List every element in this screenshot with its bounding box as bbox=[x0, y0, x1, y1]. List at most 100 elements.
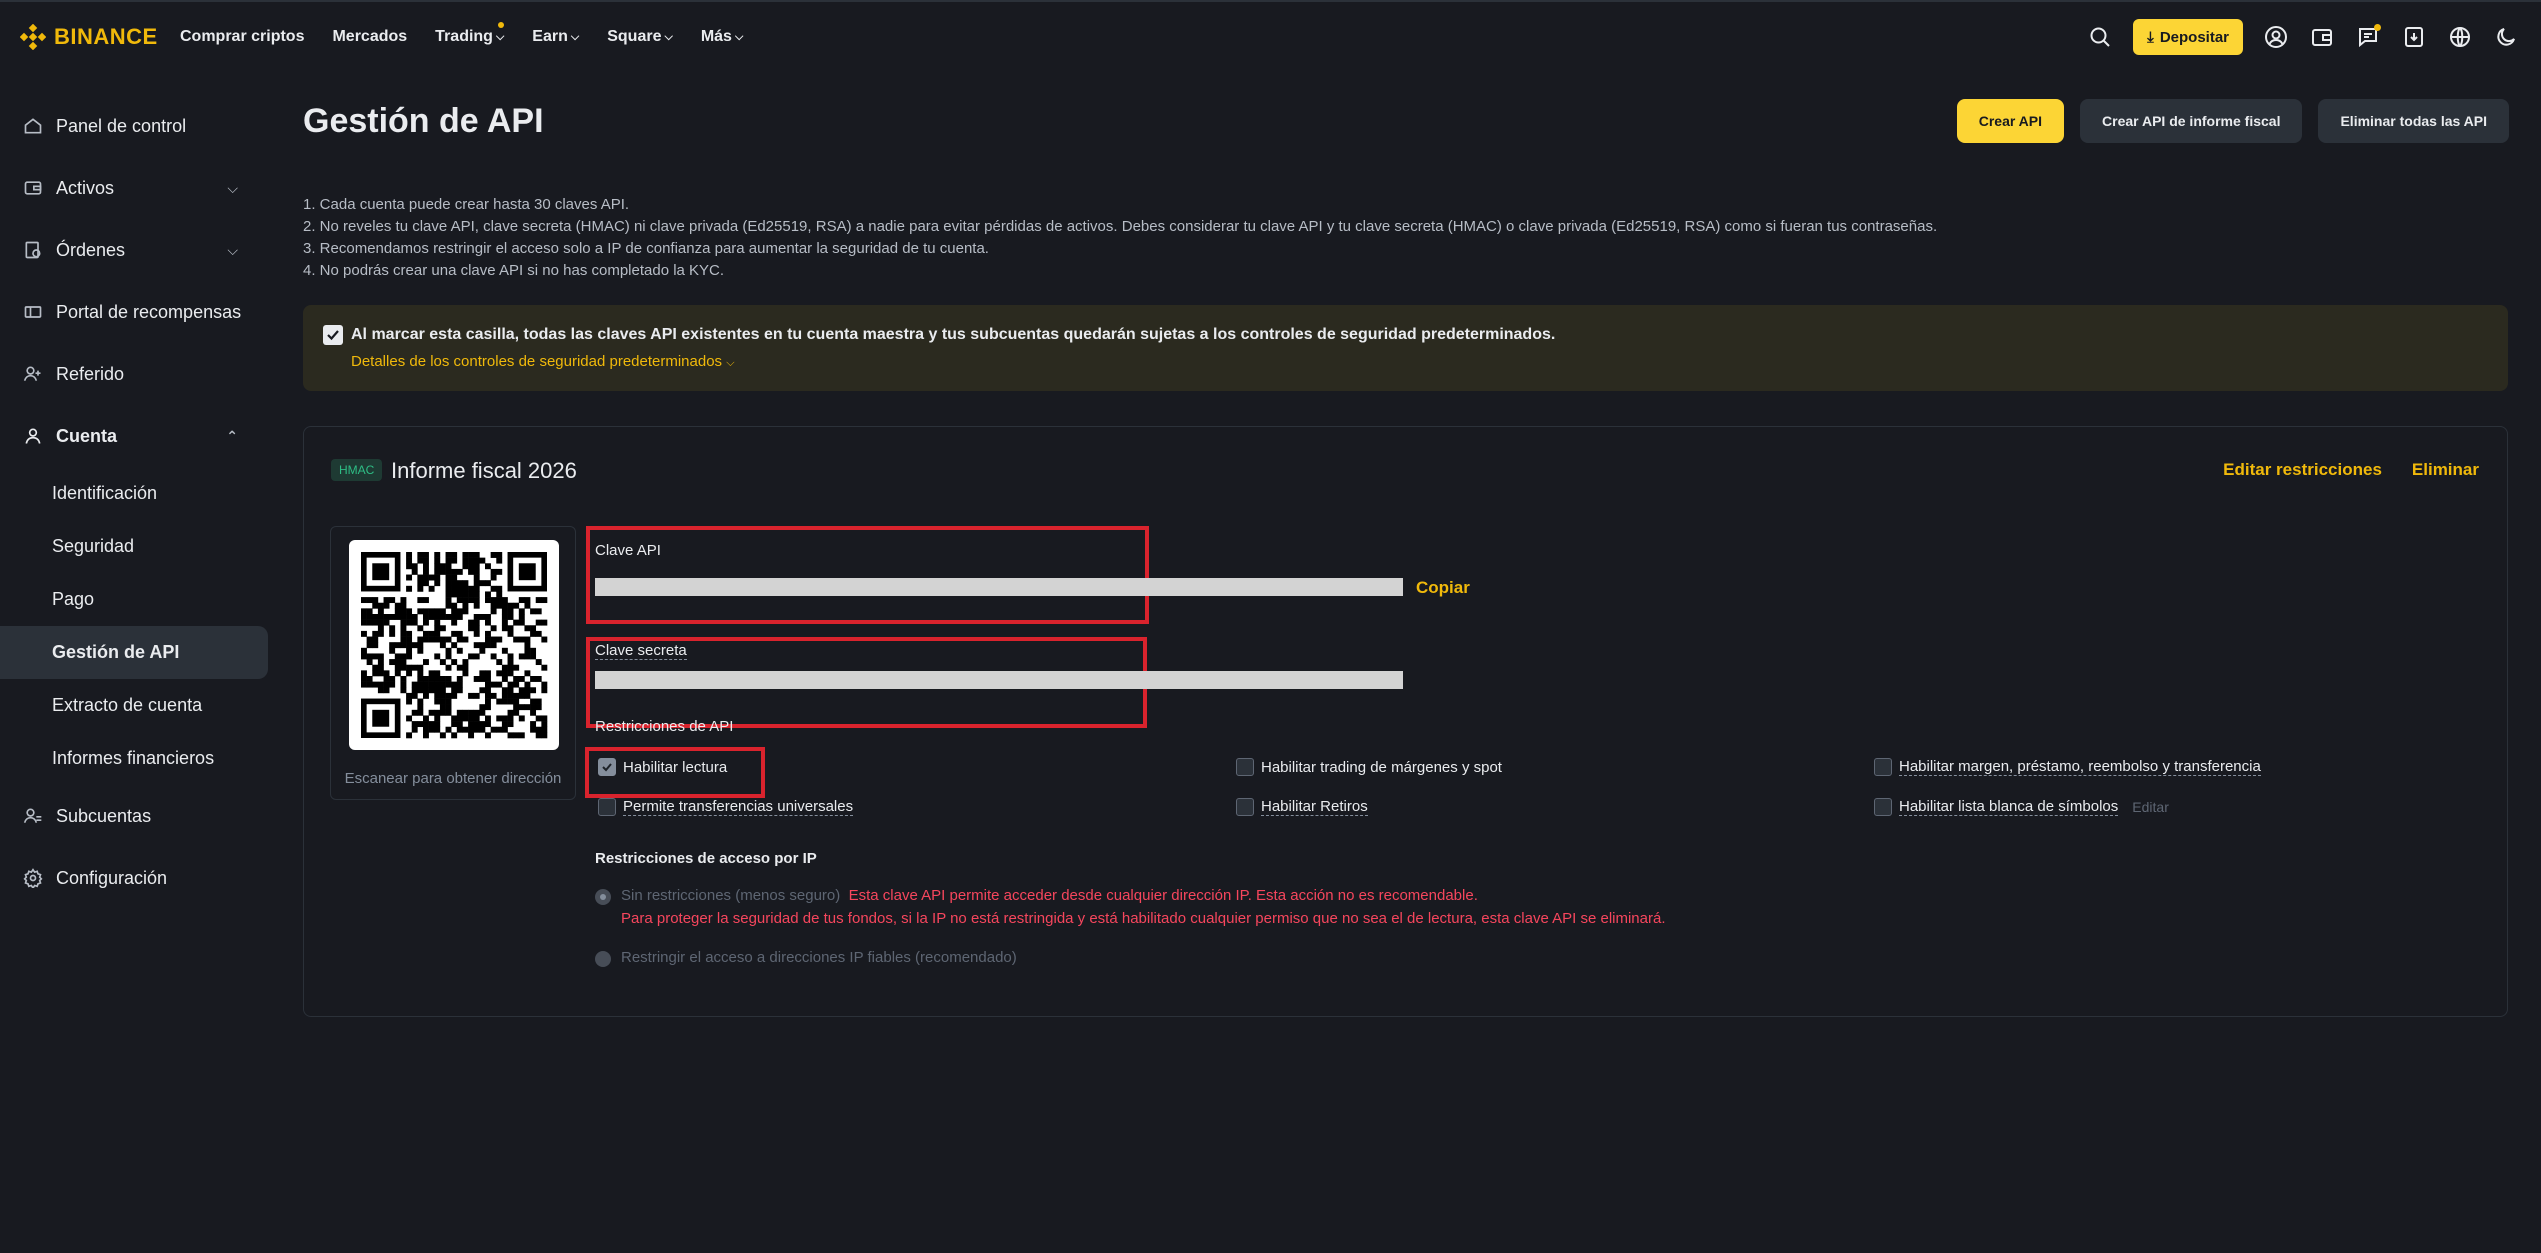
sidebar-sub-seguridad[interactable]: Seguridad bbox=[0, 520, 268, 573]
permission-enable-reading[interactable]: Habilitar lectura bbox=[598, 758, 727, 776]
binance-logo[interactable]: BINANCE bbox=[20, 24, 158, 50]
sidebar-sub-identificacion[interactable]: Identificación bbox=[0, 467, 268, 520]
secret-key-label: Clave secreta bbox=[595, 642, 687, 660]
sidebar-sub-extracto-de-cuenta[interactable]: Extracto de cuenta bbox=[0, 679, 268, 732]
permission-universal-transfer[interactable]: Permite transferencias universales bbox=[598, 798, 854, 816]
checkbox bbox=[1236, 758, 1254, 776]
api-key-title: Informe fiscal 2026 bbox=[391, 458, 577, 483]
download-icon: ⤓ bbox=[2147, 28, 2154, 46]
permission-symbol-whitelist[interactable]: Habilitar lista blanca de símbolos Edita… bbox=[1874, 798, 2169, 816]
permission-enable-withdrawals[interactable]: Habilitar Retiros bbox=[1236, 798, 1368, 816]
hmac-badge: HMAC bbox=[331, 459, 383, 481]
card-actions: Editar restricciones Eliminar bbox=[2223, 460, 2479, 480]
nav-square[interactable]: Square ⌵ bbox=[607, 28, 673, 46]
banner-link-label: Detalles de los controles de seguridad p… bbox=[351, 353, 723, 370]
restricted-ips-label: Restringir el acceso a direcciones IP fi… bbox=[621, 949, 1017, 966]
edit-restrictions-link[interactable]: Editar restricciones bbox=[2223, 460, 2382, 480]
permission-spot-margin-trading[interactable]: Habilitar trading de márgenes y spot bbox=[1236, 758, 1502, 776]
radio-restricted-ips[interactable]: Restringir el acceso a direcciones IP fi… bbox=[595, 949, 1017, 967]
nav-label: Más bbox=[700, 28, 732, 45]
sidebar-item-portal-de-recompensas[interactable]: Portal de recompensas bbox=[0, 281, 268, 343]
copy-api-key-button[interactable]: Copiar bbox=[1416, 578, 1470, 598]
user-profile-icon[interactable] bbox=[2263, 24, 2289, 50]
sidebar-item-activos[interactable]: Activos ⌵ bbox=[0, 157, 268, 219]
checkbox bbox=[1874, 758, 1892, 776]
api-key-card: HMAC Informe fiscal 2026 Editar restricc… bbox=[303, 426, 2508, 1017]
radio-selected bbox=[595, 889, 611, 905]
chevron-down-icon: ⌵ bbox=[734, 30, 744, 43]
sub-accounts-icon bbox=[22, 805, 44, 827]
security-controls-details-link[interactable]: Detalles de los controles de seguridad p… bbox=[351, 353, 735, 370]
qr-caption: Escanear para obtener dirección bbox=[344, 770, 562, 787]
orders-icon bbox=[22, 239, 44, 261]
sidebar-item-label: Portal de recompensas bbox=[56, 301, 242, 322]
sidebar-item-configuracion[interactable]: Configuración bbox=[0, 847, 268, 909]
binance-logo-text: BINANCE bbox=[54, 24, 158, 49]
search-icon[interactable] bbox=[2087, 24, 2113, 50]
qr-code-image bbox=[361, 552, 548, 739]
messages-icon[interactable] bbox=[2355, 24, 2381, 50]
ip-warning-1: Esta clave API permite acceder desde cua… bbox=[848, 887, 1478, 904]
sidebar-sub-pago[interactable]: Pago bbox=[0, 573, 268, 626]
permission-label: Habilitar margen, préstamo, reembolso y … bbox=[1899, 758, 2261, 776]
radio-unrestricted[interactable]: Sin restricciones (menos seguro) Esta cl… bbox=[595, 887, 1666, 927]
banner-text: Al marcar esta casilla, todas las claves… bbox=[351, 326, 1556, 343]
nav-earn[interactable]: Earn ⌵ bbox=[532, 28, 579, 46]
nav-label: Earn bbox=[532, 28, 568, 45]
note-line: 2. No reveles tu clave API, clave secret… bbox=[303, 218, 1938, 235]
unrestricted-text-block: Sin restricciones (menos seguro) Esta cl… bbox=[621, 887, 1666, 927]
create-api-button[interactable]: Crear API bbox=[1956, 99, 2065, 143]
qr-code bbox=[349, 540, 559, 750]
sidebar-item-subcuentas[interactable]: Subcuentas bbox=[0, 785, 268, 847]
checkbox bbox=[1236, 798, 1254, 816]
delete-all-api-button[interactable]: Eliminar todas las API bbox=[2318, 99, 2509, 143]
sidebar: Panel de control Activos ⌵ Órdenes ⌵ Por… bbox=[0, 95, 268, 909]
sidebar-item-ordenes[interactable]: Órdenes ⌵ bbox=[0, 219, 268, 281]
binance-logo-icon bbox=[20, 24, 46, 50]
permission-margin-loan-transfer[interactable]: Habilitar margen, préstamo, reembolso y … bbox=[1874, 758, 2261, 776]
nav-mas[interactable]: Más ⌵ bbox=[701, 28, 743, 46]
notification-dot bbox=[2374, 24, 2381, 31]
download-app-icon[interactable] bbox=[2401, 24, 2427, 50]
deposit-button[interactable]: ⤓ Depositar bbox=[2133, 19, 2243, 55]
ip-warning-2: Para proteger la seguridad de tus fondos… bbox=[621, 910, 1666, 927]
sidebar-item-cuenta[interactable]: Cuenta ⌃ bbox=[0, 405, 268, 467]
dark-mode-moon-icon[interactable] bbox=[2493, 24, 2519, 50]
checkbox-checked bbox=[598, 758, 616, 776]
top-header: BINANCE Comprar criptos Mercados Trading… bbox=[0, 2, 2541, 72]
globe-language-icon[interactable] bbox=[2447, 24, 2473, 50]
delete-api-link[interactable]: Eliminar bbox=[2412, 460, 2479, 480]
sidebar-item-referido[interactable]: Referido bbox=[0, 343, 268, 405]
default-security-banner: Al marcar esta casilla, todas las claves… bbox=[303, 305, 2508, 391]
sidebar-item-label: Cuenta bbox=[56, 425, 118, 446]
sidebar-sub-informes-financieros[interactable]: Informes financieros bbox=[0, 732, 268, 785]
default-security-checkbox[interactable] bbox=[323, 325, 343, 345]
permission-label: Permite transferencias universales bbox=[623, 798, 854, 816]
note-line: 4. No podrás crear una clave API si no h… bbox=[303, 262, 725, 279]
wallet-icon[interactable] bbox=[2309, 24, 2335, 50]
edit-whitelist-link[interactable]: Editar bbox=[2132, 799, 2169, 815]
permission-label: Habilitar lectura bbox=[623, 758, 728, 776]
create-tax-report-api-button[interactable]: Crear API de informe fiscal bbox=[2080, 99, 2303, 143]
ip-restrictions-label: Restricciones de acceso por IP bbox=[595, 850, 817, 867]
nav-trading[interactable]: Trading ⌵ bbox=[435, 22, 505, 46]
rewards-ticket-icon bbox=[22, 301, 44, 323]
sidebar-sub-label: Gestión de API bbox=[52, 642, 180, 662]
nav-comprar-criptos[interactable]: Comprar criptos bbox=[180, 28, 304, 46]
user-icon bbox=[22, 425, 44, 447]
chevron-down-icon: ⌵ bbox=[495, 30, 505, 43]
sidebar-sub-gestion-de-api[interactable]: Gestión de API bbox=[0, 626, 268, 679]
check-icon bbox=[327, 330, 339, 341]
home-icon bbox=[22, 115, 44, 137]
header-actions: ⤓ Depositar bbox=[2087, 19, 2519, 55]
note-line: 1. Cada cuenta puede crear hasta 30 clav… bbox=[303, 196, 630, 213]
nav-label: Mercados bbox=[332, 28, 408, 45]
nav-mercados[interactable]: Mercados bbox=[332, 28, 407, 46]
sidebar-item-panel-de-control[interactable]: Panel de control bbox=[0, 95, 268, 157]
note-line: 3. Recomendamos restringir el acceso sol… bbox=[303, 240, 989, 257]
page-actions: Crear API Crear API de informe fiscal El… bbox=[1956, 99, 2509, 143]
sidebar-sub-label: Informes financieros bbox=[52, 748, 215, 768]
api-restrictions-label: Restricciones de API bbox=[595, 718, 734, 735]
nav-label: Trading bbox=[435, 28, 493, 45]
chevron-down-icon: ⌵ bbox=[570, 30, 580, 43]
